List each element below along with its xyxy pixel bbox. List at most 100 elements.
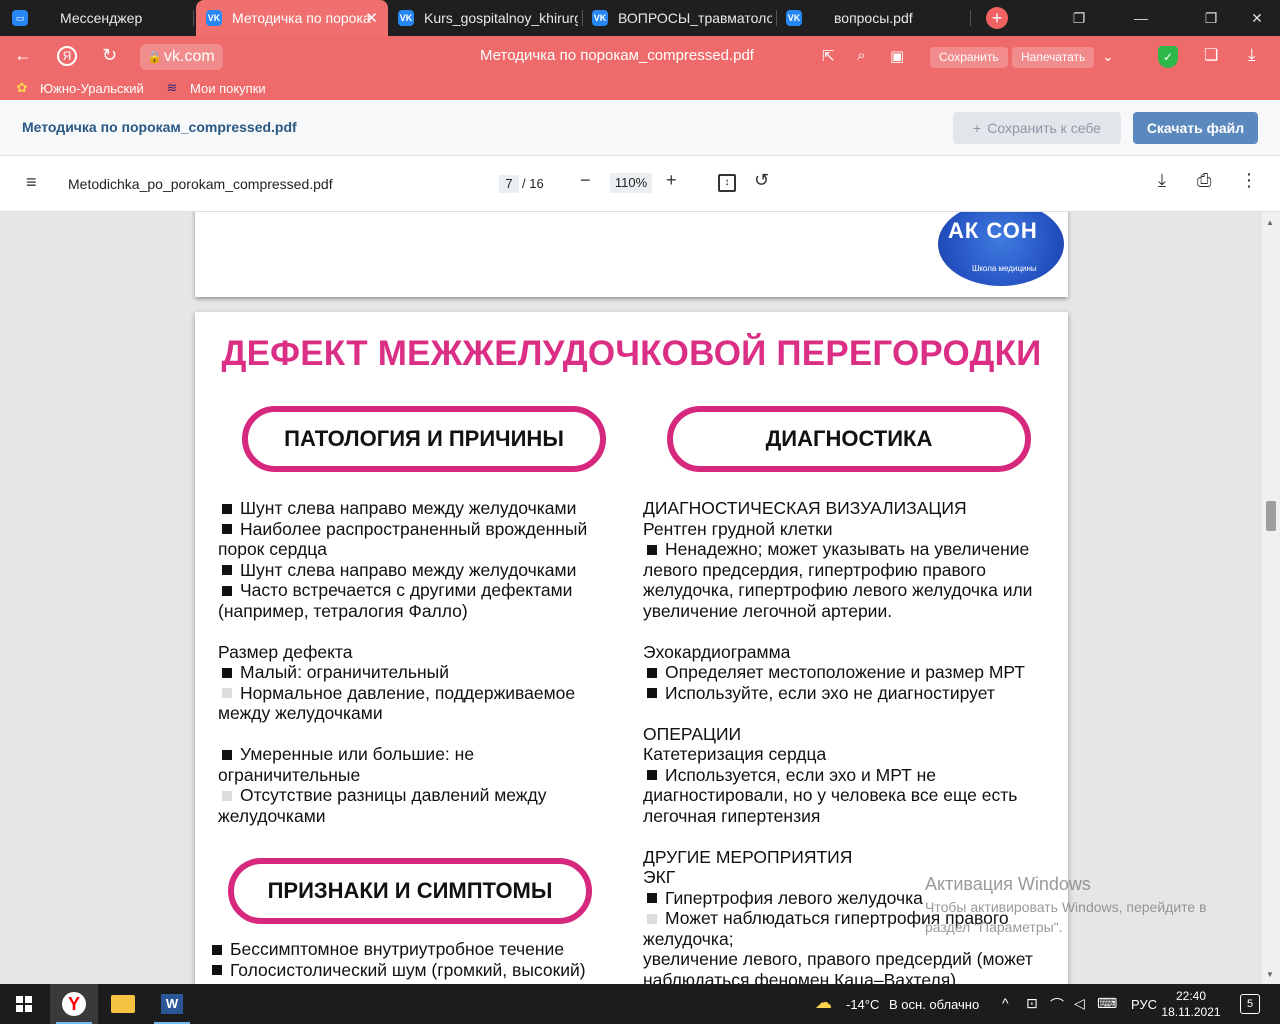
zoom-input[interactable]: 110% <box>610 173 652 193</box>
language-indicator[interactable]: РУС <box>1131 997 1157 1012</box>
keyboard-icon[interactable]: ⌨ <box>1097 995 1117 1012</box>
bookmarks-bar: ✿ Южно-Уральский ≋ Мои покупки <box>0 78 1280 100</box>
network-icon[interactable]: ⊡ <box>1026 995 1038 1012</box>
page-number-input[interactable]: 7 <box>499 175 519 193</box>
temperature[interactable]: -14°C <box>846 997 879 1012</box>
subheading: Размер дефекта <box>218 641 353 662</box>
text-line: наблюдаться феномен Каца–Вахтеля) <box>643 969 957 985</box>
close-window-icon[interactable]: ✕ <box>1234 0 1280 36</box>
weather-icon[interactable]: ☁ <box>815 993 832 1013</box>
scroll-thumb[interactable] <box>1266 501 1276 531</box>
print-button[interactable]: Напечатать <box>1012 47 1095 68</box>
logo-subtitle: Школа медицины <box>972 264 1037 273</box>
pdf-viewer[interactable]: АК СОН Школа медицины ДЕФЕКТ МЕЖЖЕЛУДОЧК… <box>0 212 1280 984</box>
chevron-up-icon[interactable]: ^ <box>1002 995 1009 1011</box>
yandex-browser-taskbar-button[interactable]: Y <box>50 984 98 1024</box>
chevron-down-icon[interactable]: ⌄ <box>1102 48 1114 65</box>
list-item: Используйте, если эхо не диагностирует <box>643 683 1033 704</box>
download-file-button[interactable]: Скачать файл <box>1133 112 1258 144</box>
bullet-icon <box>647 893 657 904</box>
text-line: левого предсердия, гипертрофию правого <box>643 559 987 580</box>
start-button[interactable] <box>0 984 48 1024</box>
explorer-taskbar-button[interactable] <box>99 984 147 1024</box>
tab-voprosy-pdf[interactable]: VK вопросы.pdf <box>786 0 966 36</box>
bullet-icon <box>212 965 222 976</box>
address-bar: ← Я ↻ 🔒 vk.com Методичка по порокам_comp… <box>0 36 1280 78</box>
list-item: Малый: ограничительный <box>218 662 587 683</box>
scroll-down-icon[interactable]: ▼ <box>1266 970 1274 979</box>
windows-taskbar: Y W ☁ -14°C В осн. облачно ^ ⊡ ⌒ ◁ ⌨ РУС… <box>0 984 1280 1024</box>
tab-metodichka[interactable]: VK Методичка по порока ✕ <box>196 0 388 36</box>
tab-label: ВОПРОСЫ_травматологи <box>618 10 772 26</box>
yandex-icon[interactable]: Я <box>57 46 77 66</box>
minimize-icon[interactable]: — <box>1118 0 1164 36</box>
text-line: желудочка, гипертрофию левого желудочка … <box>643 580 1033 600</box>
restore-icon[interactable]: ❐ <box>1188 0 1234 36</box>
bullet-icon <box>222 503 232 514</box>
tab-manager-icon[interactable]: ❐ <box>1056 0 1102 36</box>
doc-title: Методичка по порокам_compressed.pdf <box>22 119 297 135</box>
clock[interactable]: 22:40 18.11.2021 <box>1160 988 1222 1020</box>
windows-activation-watermark: Активация Windows Чтобы активировать Win… <box>925 874 1245 937</box>
word-taskbar-button[interactable]: W <box>148 984 196 1024</box>
word-icon: W <box>161 994 183 1014</box>
pathology-column: Шунт слева направо между желудочками Наи… <box>218 498 587 826</box>
bullet-icon <box>212 944 222 955</box>
zoom-in-icon[interactable]: + <box>666 170 677 191</box>
logo-text: АК СОН <box>948 218 1038 243</box>
download-icon[interactable]: ⤓ <box>1248 45 1256 65</box>
more-options-icon[interactable]: ⋮ <box>1240 170 1258 191</box>
yandex-browser-icon: Y <box>62 992 86 1016</box>
zoom-out-icon[interactable]: − <box>580 170 591 191</box>
list-item: Ненадежно; может указывать на увеличение <box>643 539 1033 560</box>
bullet-icon <box>222 524 232 535</box>
plus-icon: + <box>973 120 982 136</box>
bullet-icon <box>222 790 232 801</box>
tab-separator <box>970 10 971 26</box>
tab-messenger[interactable]: ▭ Мессенджер <box>12 0 192 36</box>
bullet-icon <box>222 585 232 596</box>
url-text: vk.com <box>164 48 215 65</box>
translate-icon[interactable]: ⌕ <box>857 47 865 64</box>
bookmark-purchases[interactable]: ≋ Мои покупки <box>164 80 266 96</box>
tab-kurs[interactable]: VK Kurs_gospitalnoy_khirurgi <box>398 0 578 36</box>
protect-shield-icon[interactable]: ✓ <box>1158 46 1178 68</box>
notifications-icon[interactable]: 5 <box>1240 994 1260 1014</box>
list-item: Используется, если эхо и МРТ не <box>643 765 1033 786</box>
rotate-icon[interactable]: ↺ <box>754 170 769 191</box>
back-icon[interactable]: ← <box>14 45 32 66</box>
share-icon[interactable]: ⇱ <box>822 47 835 65</box>
bookmark-susu[interactable]: ✿ Южно-Уральский <box>14 80 144 96</box>
save-button[interactable]: Сохранить <box>930 47 1008 68</box>
bullet-icon <box>222 688 232 699</box>
reload-icon[interactable]: ↻ <box>102 45 117 66</box>
menu-icon[interactable]: ≡ <box>26 172 37 193</box>
fit-page-icon[interactable]: ↕ <box>718 174 736 192</box>
bullet-icon <box>222 749 232 760</box>
list-item: Шунт слева направо между желудочками <box>218 498 587 519</box>
scroll-up-icon[interactable]: ▲ <box>1266 218 1274 227</box>
vertical-scrollbar[interactable]: ▲ ▼ <box>1262 212 1280 984</box>
notification-count: 5 <box>1246 998 1254 1010</box>
tab-separator <box>776 10 777 26</box>
pdf-download-icon[interactable]: ⤓ <box>1158 170 1166 191</box>
new-tab-button[interactable]: + <box>986 7 1008 29</box>
print-icon[interactable]: ⎙ <box>1197 170 1211 191</box>
subheading: Катетеризация сердца <box>643 744 827 764</box>
url-field[interactable]: 🔒 vk.com <box>140 44 223 70</box>
reader-icon[interactable]: ▣ <box>890 47 904 65</box>
weather-text[interactable]: В осн. облачно <box>889 997 979 1012</box>
text-line: увеличение левого, правого предсердий (м… <box>643 949 1033 969</box>
time: 22:40 <box>1175 989 1207 1003</box>
list-item: Голосистолический шум (громкий, высокий) <box>208 960 586 981</box>
volume-icon[interactable]: ◁ <box>1074 995 1085 1012</box>
close-icon[interactable]: ✕ <box>365 9 378 27</box>
bullet-icon <box>647 913 657 924</box>
wifi-icon[interactable]: ⌒ <box>1050 995 1064 1015</box>
collections-icon[interactable]: ❏ <box>1204 45 1218 65</box>
tab-voprosy-travm[interactable]: VK ВОПРОСЫ_травматологи <box>592 0 772 36</box>
subheading: ДРУГИЕ МЕРОПРИЯТИЯ <box>643 846 853 867</box>
text-line: порок сердца <box>218 539 327 559</box>
save-to-self-button[interactable]: + Сохранить к себе <box>953 112 1121 144</box>
browser-tab-strip: ▭ Мессенджер VK Методичка по порока ✕ VK… <box>0 0 1280 36</box>
